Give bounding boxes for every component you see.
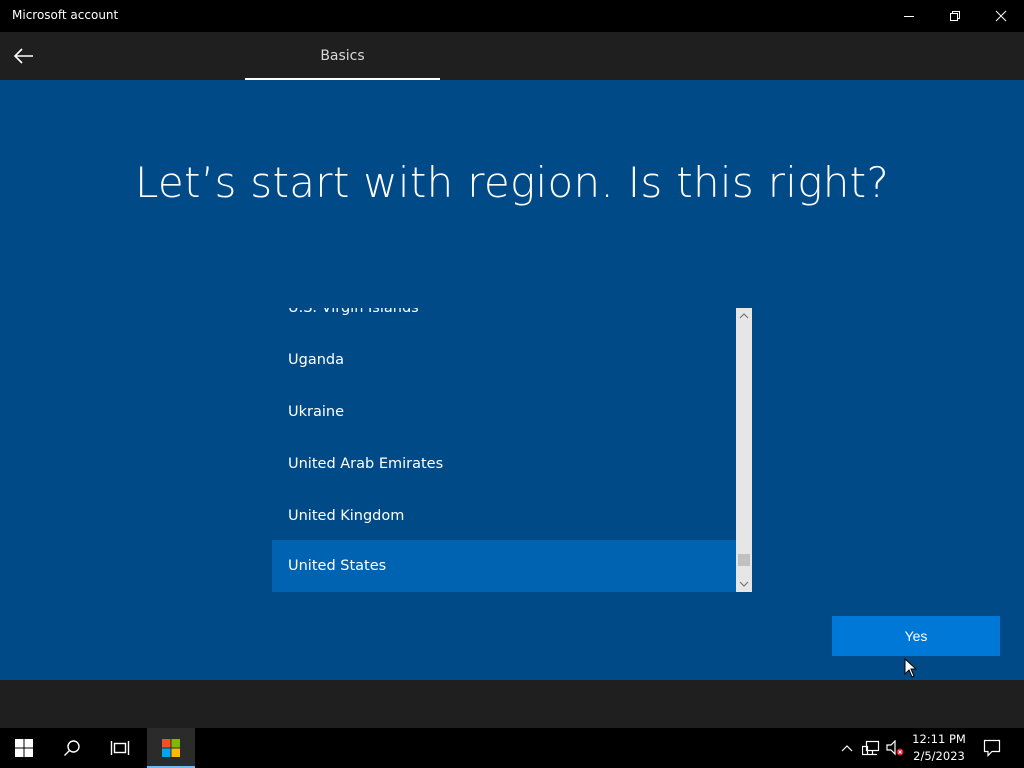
region-list-scrollbar[interactable] [736,308,752,592]
page-heading: Let’s start with region. Is this right? [134,158,890,207]
windows-logo-icon [15,739,33,757]
tab-basics[interactable]: Basics [245,32,440,80]
list-item-label: United Kingdom [288,508,405,524]
task-view-icon [110,741,130,755]
back-button[interactable] [8,40,40,72]
network-icon [862,740,880,756]
chevron-up-icon [739,313,749,319]
tab-basics-label: Basics [320,48,365,64]
list-item-label: Ukraine [288,404,344,420]
list-item-label: Uganda [288,352,344,368]
taskbar: 12:11 PM 2/5/2023 [0,728,1024,768]
mouse-cursor-icon [904,658,918,678]
search-icon [64,740,80,756]
chevron-down-icon [739,581,749,587]
close-icon [995,10,1007,22]
search-button[interactable] [48,728,96,768]
clock-time: 12:11 PM [912,732,966,746]
start-button[interactable] [0,728,48,768]
list-item[interactable]: United Kingdom [272,490,736,542]
list-item-label: United Arab Emirates [288,456,444,472]
taskbar-app-button[interactable] [147,728,195,768]
taskbar-app-active[interactable] [147,728,195,768]
minimize-button[interactable] [886,0,932,32]
list-item[interactable]: U.S. Virgin Islands [272,308,736,334]
list-item-selected[interactable]: United States [272,540,736,592]
volume-button[interactable] [884,728,906,768]
window-title: Microsoft account [12,8,119,22]
list-item-label: United States [288,558,387,574]
main-panel: Let’s start with region. Is this right? … [0,80,1024,680]
list-item[interactable]: Ukraine [272,386,736,438]
back-arrow-icon [14,48,33,64]
chevron-up-icon [841,745,853,752]
minimize-icon [904,16,914,17]
scroll-down-button[interactable] [736,576,752,592]
clock[interactable]: 12:11 PM 2/5/2023 [912,731,966,765]
region-list[interactable]: U.S. Virgin Islands Uganda Ukraine Unite… [272,308,752,592]
list-item[interactable]: Uganda [272,334,736,386]
setup-nav-bar: Basics [0,32,1024,80]
scroll-thumb[interactable] [738,554,750,566]
microsoft-store-icon [162,739,180,757]
yes-button[interactable]: Yes [832,616,1000,656]
setup-footer [0,680,1024,728]
action-center-icon [983,739,1001,757]
scroll-up-button[interactable] [736,308,752,324]
network-button[interactable] [860,728,882,768]
restore-icon [950,11,960,21]
action-center-button[interactable] [976,728,1008,768]
window-title-bar: Microsoft account [0,0,1024,32]
volume-muted-icon [886,740,904,756]
list-item-label: U.S. Virgin Islands [288,308,419,316]
task-view-button[interactable] [96,728,144,768]
list-item[interactable]: United Arab Emirates [272,438,736,490]
restore-button[interactable] [932,0,978,32]
clock-date: 2/5/2023 [913,749,965,763]
close-button[interactable] [978,0,1024,32]
show-hidden-icons-button[interactable] [836,728,858,768]
